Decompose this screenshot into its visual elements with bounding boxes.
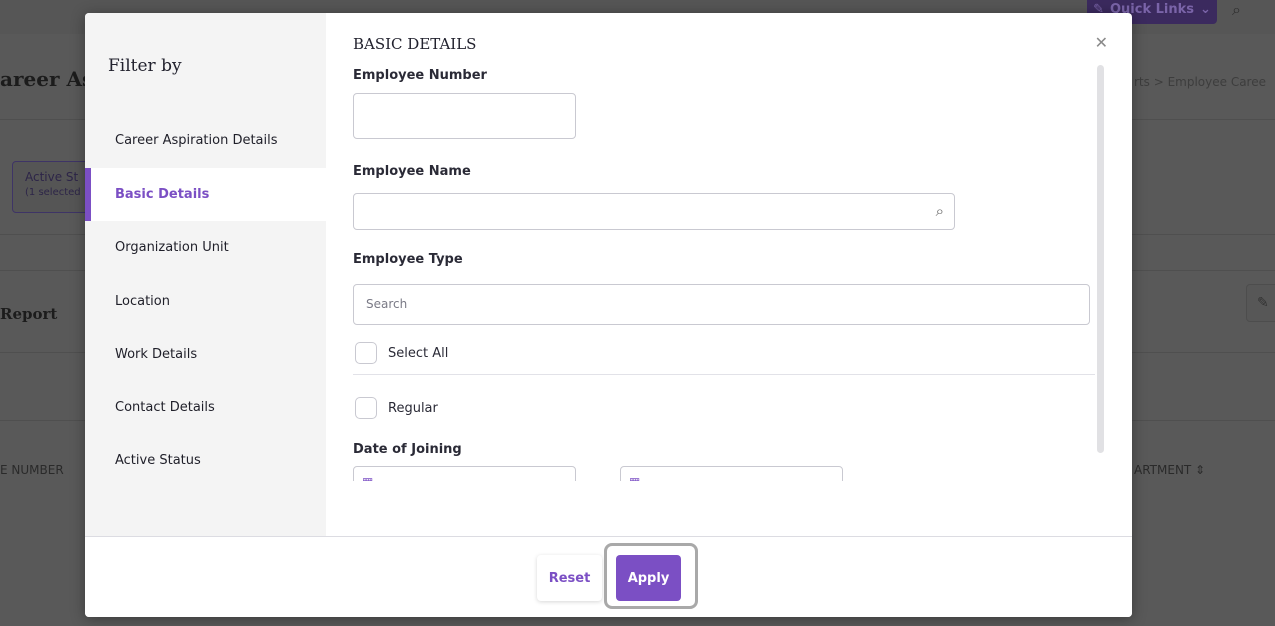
breadcrumb: rts > Employee Caree bbox=[1134, 75, 1266, 89]
divider bbox=[353, 374, 1095, 375]
sidebar-item-contact-details[interactable]: Contact Details bbox=[85, 381, 326, 434]
calendar-icon[interactable]: ▦ bbox=[629, 475, 640, 481]
employee-number-label: Employee Number bbox=[353, 68, 487, 83]
section-title: BASIC DETAILS bbox=[353, 35, 477, 53]
employee-type-label: Employee Type bbox=[353, 252, 463, 267]
report-title: Report bbox=[0, 305, 58, 323]
regular-option[interactable]: Regular bbox=[355, 397, 438, 419]
search-icon[interactable]: ⌕ bbox=[1232, 0, 1241, 20]
date-of-joining-label: Date of Joining bbox=[353, 442, 462, 457]
filter-sidebar: Filter by Career Aspiration Details Basi… bbox=[85, 13, 326, 536]
content-scrollbar[interactable] bbox=[1097, 65, 1104, 453]
date-from-input[interactable]: ▦ bbox=[353, 466, 576, 481]
sidebar-item-organization-unit[interactable]: Organization Unit bbox=[85, 221, 326, 274]
sidebar-item-active-status[interactable]: Active Status bbox=[85, 434, 326, 487]
employee-name-label: Employee Name bbox=[353, 164, 471, 179]
select-all-checkbox[interactable] bbox=[355, 342, 377, 364]
filter-modal: Filter by Career Aspiration Details Basi… bbox=[85, 13, 1132, 617]
employee-name-input[interactable]: ⌕ bbox=[353, 193, 955, 230]
chevron-down-icon: ⌄ bbox=[1200, 1, 1211, 17]
date-to-input[interactable]: ▦ bbox=[620, 466, 843, 481]
search-placeholder: Search bbox=[366, 297, 408, 311]
apply-button[interactable]: Apply bbox=[616, 555, 681, 601]
select-all-option[interactable]: Select All bbox=[355, 342, 448, 364]
column-header-department[interactable]: ARTMENT ⇕ bbox=[1134, 463, 1205, 477]
search-icon[interactable]: ⌕ bbox=[936, 202, 944, 220]
calendar-icon[interactable]: ▦ bbox=[362, 475, 373, 481]
sidebar-item-location[interactable]: Location bbox=[85, 275, 326, 328]
sidebar-item-career-aspiration-details[interactable]: Career Aspiration Details bbox=[85, 114, 326, 167]
filter-content: BASIC DETAILS Employee Number Employee N… bbox=[326, 13, 1106, 481]
sidebar-item-basic-details[interactable]: Basic Details bbox=[85, 168, 326, 221]
column-header-employee-number[interactable]: E NUMBER bbox=[0, 463, 64, 477]
employee-type-search-input[interactable]: Search bbox=[353, 284, 1090, 325]
reset-button[interactable]: Reset bbox=[537, 555, 602, 601]
employee-number-input[interactable] bbox=[353, 93, 576, 139]
sidebar-title: Filter by bbox=[108, 56, 182, 76]
sidebar-item-work-details[interactable]: Work Details bbox=[85, 328, 326, 381]
edit-icon[interactable]: ✎ bbox=[1246, 284, 1275, 322]
modal-footer: Reset Apply bbox=[85, 536, 1132, 617]
regular-checkbox[interactable] bbox=[355, 397, 377, 419]
